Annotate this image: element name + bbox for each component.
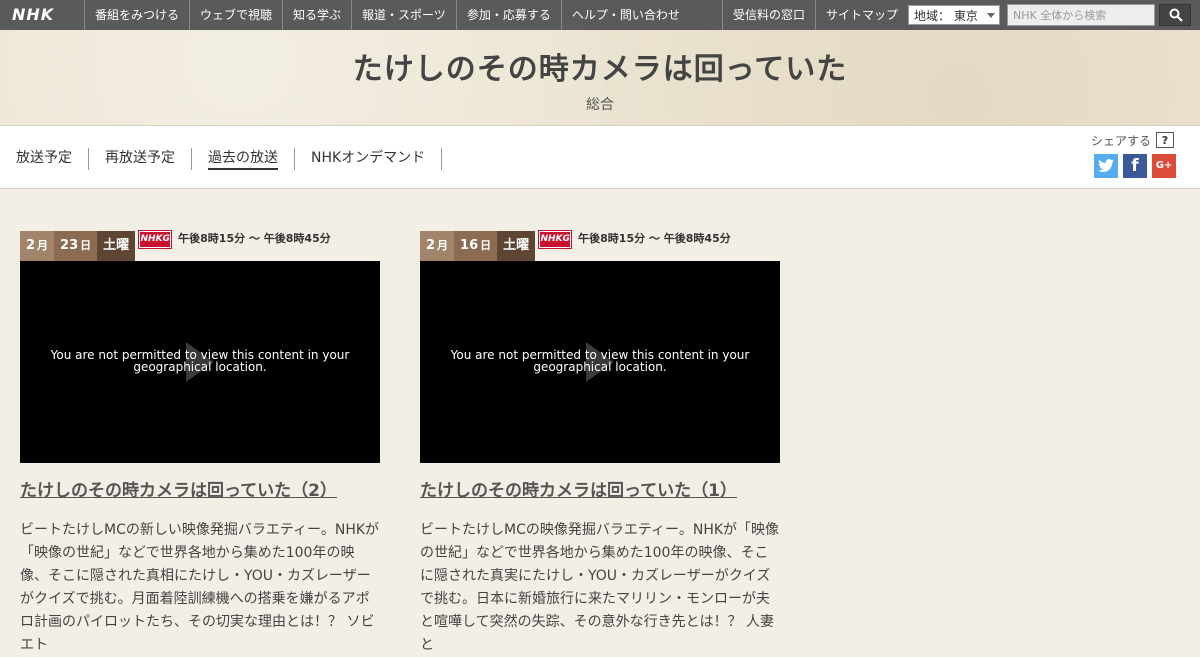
- share-help-button[interactable]: ?: [1156, 132, 1174, 148]
- day-value: 23: [60, 238, 79, 253]
- episode-title-link[interactable]: たけしのその時カメラは回っていた（1）: [420, 476, 780, 501]
- facebook-icon: f: [1131, 156, 1139, 176]
- day-unit: 日: [480, 239, 492, 252]
- month-unit: 月: [37, 239, 49, 252]
- program-title: たけしのその時カメラは回っていた: [352, 52, 848, 87]
- region-select[interactable]: 地域： 東京: [908, 5, 1000, 25]
- tab-label: 再放送予定: [105, 150, 175, 166]
- program-tabs: 放送予定 再放送予定 過去の放送 NHKオンデマンド: [0, 148, 443, 170]
- global-nav: 番組をみつける ウェブで視聴 知る学ぶ 報道・スポーツ 参加・応募する ヘルプ・…: [84, 0, 690, 30]
- broadcast-time: 午後8時15分 ～ 午後8時45分: [178, 232, 331, 245]
- nav-learn[interactable]: 知る学ぶ: [282, 0, 351, 30]
- video-player[interactable]: You are not permitted to view this conte…: [420, 261, 780, 463]
- twitter-icon: [1098, 159, 1114, 172]
- month-unit: 月: [437, 239, 449, 252]
- nav-news-sports[interactable]: 報道・スポーツ: [351, 0, 456, 30]
- tab-label: 放送予定: [16, 150, 72, 166]
- date-weekday: 土曜: [97, 231, 136, 261]
- nav-participate[interactable]: 参加・応募する: [455, 0, 561, 30]
- region-select-value: 地域： 東京: [914, 9, 978, 23]
- broadcast-time: 午後8時15分 ～ 午後8時45分: [578, 232, 731, 245]
- nhk-g-logo: NHKG: [539, 231, 572, 248]
- tab-schedule[interactable]: 放送予定: [0, 148, 89, 170]
- month-value: 2: [26, 238, 36, 253]
- program-header: たけしのその時カメラは回っていた 総合: [0, 30, 1200, 125]
- share-google-button[interactable]: G+: [1152, 154, 1176, 178]
- episode-card: 2月 23 日 土曜 NHKG 午後8時15分 ～ 午後8時45分 You are…: [20, 231, 380, 653]
- date-month: 2月: [420, 231, 455, 261]
- tab-label: NHKオンデマンド: [311, 150, 426, 166]
- nav-watch-web[interactable]: ウェブで視聴: [189, 0, 282, 30]
- episode-title-link[interactable]: たけしのその時カメラは回っていた（2）: [20, 476, 380, 501]
- nhk-g-logo: NHKG: [139, 231, 172, 248]
- nav-fee-window[interactable]: 受信料の窓口: [722, 0, 815, 30]
- share-facebook-button[interactable]: f: [1123, 154, 1147, 178]
- nhk-logo[interactable]: NHK: [12, 6, 66, 24]
- search-button[interactable]: [1159, 4, 1191, 26]
- search-input[interactable]: [1007, 4, 1155, 26]
- day-value: 16: [460, 238, 479, 253]
- video-player[interactable]: You are not permitted to view this conte…: [20, 261, 380, 463]
- day-unit: 日: [80, 239, 92, 252]
- date-weekday: 土曜: [497, 231, 536, 261]
- search-icon: [1169, 8, 1183, 22]
- nav-help[interactable]: ヘルプ・問い合わせ: [560, 0, 690, 30]
- broadcast-info: NHKG 午後8時15分 ～ 午後8時45分: [535, 231, 731, 261]
- date-day: 23 日: [54, 231, 98, 261]
- geo-block-message: You are not permitted to view this conte…: [450, 348, 750, 374]
- share-twitter-button[interactable]: [1094, 154, 1118, 178]
- tab-past-broadcasts[interactable]: 過去の放送: [192, 148, 295, 170]
- tab-rebroadcast[interactable]: 再放送予定: [89, 148, 192, 170]
- google-plus-icon: G+: [1155, 160, 1173, 171]
- tab-label: 過去の放送: [208, 150, 278, 170]
- nav-find-programs[interactable]: 番組をみつける: [84, 0, 189, 30]
- global-header: NHK 番組をみつける ウェブで視聴 知る学ぶ 報道・スポーツ 参加・応募する …: [0, 0, 1200, 30]
- nav-sitemap[interactable]: サイトマップ: [815, 0, 908, 30]
- program-channel: 総合: [586, 97, 614, 113]
- program-subnav: 放送予定 再放送予定 過去の放送 NHKオンデマンド シェアする ? f G+: [0, 125, 1200, 189]
- date-month: 2月: [20, 231, 55, 261]
- utility-nav: 受信料の窓口 サイトマップ: [722, 0, 908, 30]
- episode-description: ビートたけしMCの新しい映像発掘バラエティー。NHKが「映像の世紀」などで世界各…: [20, 522, 380, 653]
- episode-card: 2月 16 日 土曜 NHKG 午後8時15分 ～ 午後8時45分 You are…: [420, 231, 780, 653]
- broadcast-info: NHKG 午後8時15分 ～ 午後8時45分: [135, 231, 331, 261]
- month-value: 2: [426, 238, 436, 253]
- episode-date: 2月 16 日 土曜 NHKG 午後8時15分 ～ 午後8時45分: [420, 231, 780, 261]
- share-label: シェアする: [1091, 134, 1152, 148]
- chevron-down-icon: [987, 13, 995, 18]
- geo-block-message: You are not permitted to view this conte…: [50, 348, 350, 374]
- episode-date: 2月 23 日 土曜 NHKG 午後8時15分 ～ 午後8時45分: [20, 231, 380, 261]
- episode-description: ビートたけしMCの映像発掘バラエティー。NHKが「映像の世紀」などで世界各地から…: [420, 522, 780, 653]
- tab-nhk-ondemand[interactable]: NHKオンデマンド: [295, 148, 443, 170]
- date-day: 16 日: [454, 231, 498, 261]
